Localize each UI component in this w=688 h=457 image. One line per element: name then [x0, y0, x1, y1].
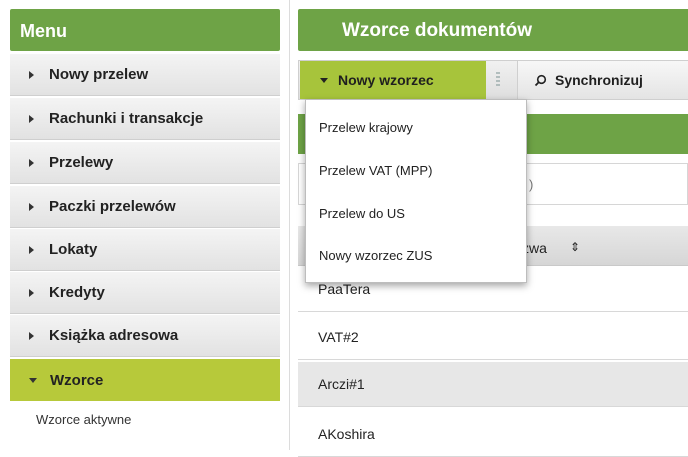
sidebar-item-label: Książka adresowa	[49, 327, 179, 344]
menu-title: Menu	[10, 9, 280, 51]
synchronize-button[interactable]: Synchronizuj	[517, 61, 688, 99]
chevron-right-icon	[29, 331, 34, 340]
sidebar-item-rachunki[interactable]: Rachunki i transakcje	[10, 98, 280, 140]
new-template-label: Nowy wzorzec	[338, 72, 434, 88]
sort-updown-icon[interactable]: ⇕	[570, 240, 580, 254]
row-name: VAT#2	[318, 329, 359, 345]
toolbar-separator	[496, 72, 500, 88]
sidebar-item-ksiazka-adresowa[interactable]: Książka adresowa	[10, 315, 280, 357]
sidebar-divider	[289, 0, 290, 450]
sidebar-item-label: Nowy przelew	[49, 66, 149, 83]
sidebar-item-paczki[interactable]: Paczki przelewów	[10, 186, 280, 228]
sidebar-item-label: Kredyty	[49, 284, 105, 301]
sidebar-item-label: Paczki przelewów	[49, 198, 176, 215]
chevron-right-icon	[29, 158, 34, 167]
new-template-button[interactable]: Nowy wzorzec	[300, 61, 486, 99]
row-name: Arczi#1	[318, 376, 365, 392]
chevron-right-icon	[29, 245, 34, 254]
sidebar-item-label: Lokaty	[49, 241, 98, 258]
sidebar-item-lokaty[interactable]: Lokaty	[10, 229, 280, 271]
filter-text: )	[529, 177, 534, 192]
sidebar-item-wzorce[interactable]: Wzorce	[10, 359, 280, 401]
table-row[interactable]: VAT#2	[298, 315, 688, 360]
new-template-dropdown: Przelew krajowy Przelew VAT (MPP) Przele…	[305, 99, 527, 283]
sidebar-item-label: Przelewy	[49, 154, 114, 171]
caret-down-icon	[320, 77, 328, 83]
dropdown-item-przelew-do-us[interactable]: Przelew do US	[319, 206, 405, 221]
table-row[interactable]: AKoshira	[298, 412, 688, 457]
sidebar-item-label: Rachunki i transakcje	[49, 110, 204, 127]
dropdown-item-przelew-vat[interactable]: Przelew VAT (MPP)	[319, 163, 432, 178]
row-name: PaaTera	[318, 281, 371, 297]
table-row[interactable]: Arczi#1	[298, 362, 688, 407]
row-name: AKoshira	[318, 426, 375, 442]
page-title: Wzorce dokumentów	[298, 9, 688, 51]
sidebar-item-przelewy[interactable]: Przelewy	[10, 142, 280, 184]
synchronize-label: Synchronizuj	[555, 72, 643, 88]
chevron-right-icon	[29, 70, 34, 79]
sidebar: Menu Nowy przelew Rachunki i transakcje …	[0, 0, 289, 450]
submenu-item-wzorce-aktywne[interactable]: Wzorce aktywne	[36, 412, 131, 427]
sidebar-item-kredyty[interactable]: Kredyty	[10, 272, 280, 314]
sidebar-item-label: Wzorce	[50, 371, 104, 389]
sidebar-item-nowy-przelew[interactable]: Nowy przelew	[10, 54, 280, 96]
dropdown-item-przelew-krajowy[interactable]: Przelew krajowy	[319, 120, 413, 135]
chevron-right-icon	[29, 114, 34, 123]
dropdown-item-wzorzec-zus[interactable]: Nowy wzorzec ZUS	[319, 248, 432, 263]
chevron-right-icon	[29, 202, 34, 211]
chevron-right-icon	[29, 288, 34, 297]
search-icon	[534, 74, 547, 86]
chevron-down-icon	[29, 377, 37, 383]
